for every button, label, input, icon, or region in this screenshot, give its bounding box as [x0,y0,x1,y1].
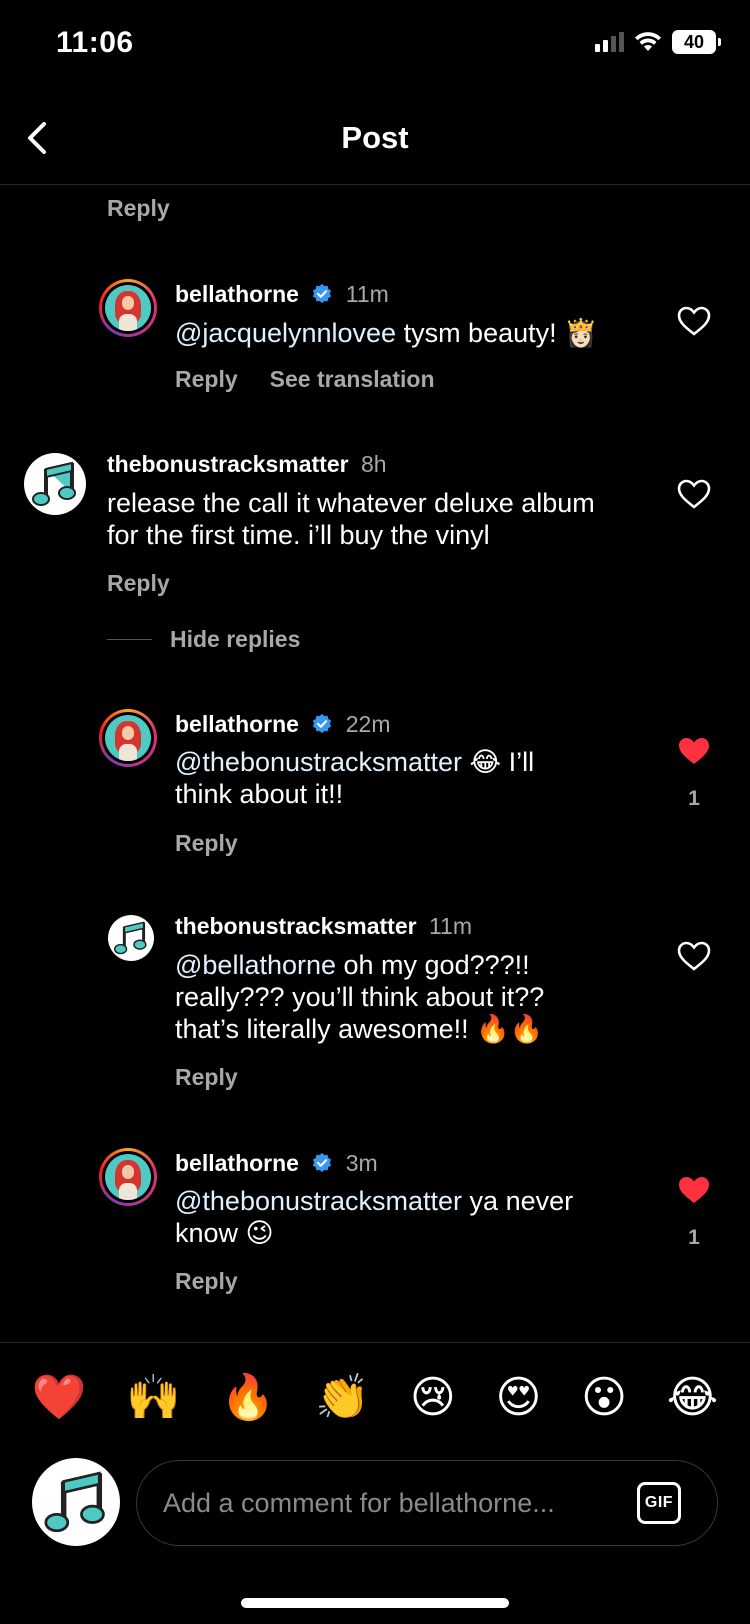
comment-time: 3m [345,1150,378,1176]
home-indicator [241,1598,509,1608]
music-note-icon [32,461,76,506]
verified-badge-icon [313,713,332,734]
comment-line: 😂 I’ll [462,747,535,777]
comment-line: ya never [462,1186,574,1216]
mention-link[interactable]: @thebonustracksmatter [175,1186,462,1216]
comment-line: think about it!! [175,779,344,809]
liked-heart-icon[interactable] [677,736,711,766]
avatar [32,1458,120,1546]
comment-meta: bellathorne 3m [175,1150,378,1177]
username[interactable]: bellathorne [175,711,299,737]
like-count: 1 [688,787,700,810]
battery-icon: 40 [672,30,721,54]
like-heart-icon[interactable] [677,306,711,336]
comment-text: @jacquelynnlovee tysm beauty! 👸🏻 [175,317,598,349]
comment-body: tysm beauty! 👸🏻 [396,318,598,348]
emoji-clap[interactable]: 👏 [315,1375,370,1420]
comment-text: @thebonustracksmatter ya never know 😉 [175,1185,573,1249]
signal-icon [595,32,624,52]
comment-text: @bellathorne oh my god???!! really??? yo… [175,949,544,1045]
comment-text: @thebonustracksmatter 😂 I’ll think about… [175,746,534,810]
emoji-raised-hands[interactable]: 🙌 [126,1375,181,1420]
username[interactable]: thebonustracksmatter [107,451,349,477]
status-icons: 40 [595,30,721,54]
divider [107,639,152,640]
verified-badge-icon [313,283,332,304]
comment-text: release the call it whatever deluxe albu… [107,487,595,551]
avatar[interactable] [99,709,157,767]
comment-line: really??? you’ll think about it?? [175,982,545,1012]
comment-composer: GIF [0,1458,750,1548]
comment-line: oh my god???!! [336,950,530,980]
gif-button[interactable]: GIF [637,1482,681,1524]
hide-replies-label: Hide replies [170,626,301,652]
avatar[interactable] [24,453,86,515]
emoji-fire[interactable]: 🔥 [221,1375,276,1420]
comment-meta: bellathorne 11m [175,281,389,308]
avatar[interactable] [99,1148,157,1206]
mention-link[interactable]: @thebonustracksmatter [175,747,462,777]
emoji-heart-eyes[interactable]: 😍 [496,1375,542,1420]
reply-button[interactable]: Reply [107,570,170,597]
like-count: 1 [688,1226,700,1249]
hide-replies-toggle[interactable]: Hide replies [107,626,300,653]
music-note-icon [113,921,147,955]
mention-link[interactable]: @bellathorne [175,950,336,980]
mention-link[interactable]: @jacquelynnlovee [175,318,396,348]
comment-line: know 😉 [175,1218,274,1248]
comment-meta: thebonustracksmatter 8h [107,451,387,478]
emoji-heart[interactable]: ❤️ [32,1375,87,1420]
comment-meta: bellathorne 22m [175,711,391,738]
status-time: 11:06 [56,26,134,59]
emoji-crying[interactable]: 😢 [410,1375,456,1420]
comment-actions: Reply See translation [175,366,435,393]
avatar[interactable] [108,915,154,961]
comment-input-wrapper: GIF [136,1460,718,1546]
page-title: Post [341,120,409,155]
nav-header: Post [0,90,750,185]
avatar[interactable] [99,279,157,337]
music-note-icon [44,1471,105,1533]
username[interactable]: bellathorne [175,1150,299,1176]
reply-button[interactable]: Reply [175,830,238,857]
comment-line: release the call it whatever deluxe albu… [107,488,595,518]
reply-button[interactable]: Reply [175,1064,238,1091]
status-bar: 11:06 40 [0,0,750,90]
battery-level: 40 [683,31,705,52]
username[interactable]: thebonustracksmatter [175,913,417,939]
comment-time: 22m [345,711,391,737]
wifi-icon [635,32,661,51]
comment-time: 11m [345,281,389,307]
reply-button[interactable]: Reply [175,366,238,393]
emoji-surprised[interactable]: 😮 [581,1375,627,1420]
comment-meta: thebonustracksmatter 11m [175,913,472,940]
like-heart-icon[interactable] [677,479,711,509]
see-translation-button[interactable]: See translation [270,366,435,393]
verified-badge-icon [313,1152,332,1173]
comment-time: 11m [428,913,473,939]
reply-button[interactable]: Reply [107,195,170,222]
emoji-laughing[interactable]: 😂 [667,1375,718,1420]
comment-time: 8h [360,451,387,477]
emoji-quick-bar: ❤️ 🙌 🔥 👏 😢 😍 😮 😂 [0,1342,750,1452]
like-heart-icon[interactable] [677,941,711,971]
reply-button[interactable]: Reply [175,1268,238,1295]
comment-input[interactable] [163,1461,623,1545]
liked-heart-icon[interactable] [677,1175,711,1205]
username[interactable]: bellathorne [175,281,299,307]
comment-line: that’s literally awesome!! 🔥🔥 [175,1014,544,1044]
comment-line: for the first time. i’ll buy the vinyl [107,520,490,550]
